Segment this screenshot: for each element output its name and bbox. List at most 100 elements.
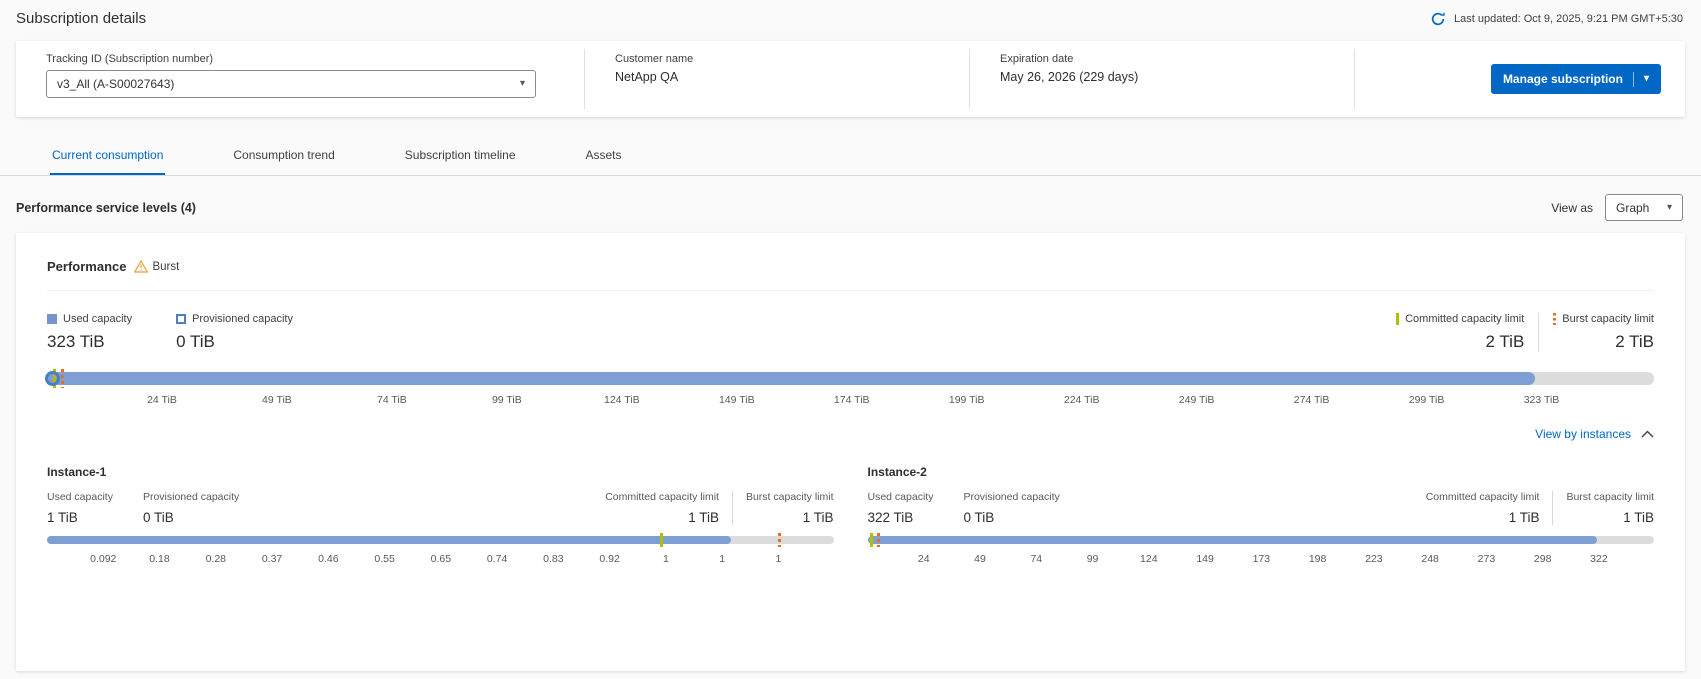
provisioned-capacity-block: Provisioned capacity 0 TiB [963,491,1059,525]
used-capacity-fill [868,536,1598,544]
burst-limit-value: 2 TiB [1553,332,1654,352]
performance-card: Performance Burst Used capacity 323 TiB … [16,233,1685,671]
manage-subscription-button[interactable]: Manage subscription ▾ [1491,64,1661,94]
refresh-icon[interactable] [1430,11,1446,27]
capacity-summary: Used capacity 323 TiB Provisioned capaci… [47,313,1654,352]
tick-label: 0.37 [262,553,282,565]
used-capacity-swatch-icon [47,314,57,324]
provisioned-capacity-block: Provisioned capacity 0 TiB [176,313,293,352]
burst-limit-value: 1 TiB [1566,510,1654,525]
tick-label: 174 TiB [834,394,870,406]
tick-label: 49 TiB [262,394,292,406]
burst-limit-marker [61,369,64,388]
tick-label: 1 [776,553,782,565]
burst-limit-block: Burst capacity limit 2 TiB [1553,313,1654,352]
expiration-date-field: Expiration date May 26, 2026 (229 days) [970,41,1354,117]
view-as-select[interactable]: Graph ▾ [1605,194,1683,221]
view-by-instances-row: View by instances [47,427,1654,441]
tick-label: 1 [719,553,725,565]
performance-title-row: Performance Burst [47,259,1654,291]
customer-name-label: Customer name [615,53,969,65]
view-as-label: View as [1551,201,1593,215]
used-capacity-block: Used capacity 322 TiB [868,491,934,525]
tick-label: 0.65 [431,553,451,565]
tick-label: 298 [1534,553,1552,565]
committed-limit-swatch-icon [1396,313,1399,325]
actions-area: Manage subscription ▾ [1355,41,1685,117]
burst-limit-label: Burst capacity limit [746,491,834,503]
tab-assets[interactable]: Assets [584,139,624,175]
tick-label: 199 TiB [949,394,985,406]
burst-limit-marker [778,533,781,547]
committed-limit-block: Committed capacity limit 1 TiB [1426,491,1540,525]
instance-panel: Instance-1 Used capacity 1 TiB Provision… [47,465,834,568]
customer-name-field: Customer name NetApp QA [585,41,969,117]
tick-label: 0.092 [90,553,116,565]
used-capacity-value: 323 TiB [47,332,132,352]
committed-limit-block: Committed capacity limit 2 TiB [1396,313,1524,352]
page-title: Subscription details [16,10,146,27]
used-capacity-block: Used capacity 1 TiB [47,491,113,525]
instance-name: Instance-1 [47,465,834,479]
tracking-id-field: Tracking ID (Subscription number) v3_All… [16,41,584,117]
provisioned-capacity-swatch-icon [176,314,186,324]
tracking-id-value: v3_All (A-S00027643) [57,77,174,91]
tick-label: 299 TiB [1409,394,1445,406]
usage-axis: 24 49 74 99 124 149 173 198 223 248 273 … [868,553,1655,568]
tab-current-consumption[interactable]: Current consumption [50,139,165,175]
expiration-date-label: Expiration date [1000,53,1354,65]
provisioned-capacity-value: 0 TiB [143,510,239,525]
tick-label: 74 TiB [377,394,407,406]
usage-axis: 24 TiB 49 TiB 74 TiB 99 TiB 124 TiB 149 … [47,394,1654,409]
tick-label: 0.74 [487,553,507,565]
burst-limit-label: Burst capacity limit [1562,313,1654,325]
used-capacity-label: Used capacity [47,491,113,503]
provisioned-capacity-label: Provisioned capacity [963,491,1059,503]
button-divider [1633,72,1634,87]
committed-limit-value: 2 TiB [1396,332,1524,352]
provisioned-capacity-label: Provisioned capacity [192,313,293,325]
committed-limit-label: Committed capacity limit [1405,313,1524,325]
last-updated-text: Last updated: Oct 9, 2025, 9:21 PM GMT+5… [1454,13,1683,25]
manage-subscription-label: Manage subscription [1503,72,1623,86]
tick-label: 124 TiB [604,394,640,406]
instance-usage-bar [47,536,834,544]
burst-limit-block: Burst capacity limit 1 TiB [746,491,834,525]
view-by-instances-link[interactable]: View by instances [1535,427,1631,441]
tick-label: 1 [663,553,669,565]
divider [732,491,733,525]
tab-consumption-trend[interactable]: Consumption trend [231,139,336,175]
chevron-up-icon[interactable] [1641,430,1654,438]
tab-bar: Current consumption Consumption trend Su… [0,139,1701,176]
chevron-down-icon[interactable]: ▾ [1644,74,1649,84]
burst-limit-label: Burst capacity limit [1566,491,1654,503]
committed-limit-value: 1 TiB [1426,510,1540,525]
view-as-value: Graph [1616,201,1649,215]
used-capacity-fill [47,536,731,544]
tick-label: 49 [974,553,986,565]
chevron-down-icon: ▾ [1667,203,1672,213]
tracking-id-label: Tracking ID (Subscription number) [46,53,584,65]
tick-label: 198 [1309,553,1327,565]
tick-label: 0.18 [149,553,169,565]
tab-subscription-timeline[interactable]: Subscription timeline [403,139,518,175]
total-usage-bar [47,372,1654,385]
committed-limit-value: 1 TiB [605,510,719,525]
used-capacity-fill [47,372,1535,385]
tick-label: 173 [1253,553,1271,565]
tick-label: 0.28 [206,553,226,565]
divider [1538,313,1539,352]
tracking-id-select[interactable]: v3_All (A-S00027643) ▾ [46,70,536,98]
tick-label: 274 TiB [1294,394,1330,406]
tick-label: 99 [1087,553,1099,565]
committed-limit-marker [870,533,873,547]
tick-label: 273 [1478,553,1496,565]
view-as-control: View as Graph ▾ [1551,194,1683,221]
tick-label: 0.92 [599,553,619,565]
tick-label: 248 [1421,553,1439,565]
tick-label: 322 [1590,553,1608,565]
provisioned-capacity-block: Provisioned capacity 0 TiB [143,491,239,525]
service-level-name: Performance [47,259,126,274]
committed-limit-marker [660,533,663,547]
chevron-down-icon: ▾ [520,79,525,89]
